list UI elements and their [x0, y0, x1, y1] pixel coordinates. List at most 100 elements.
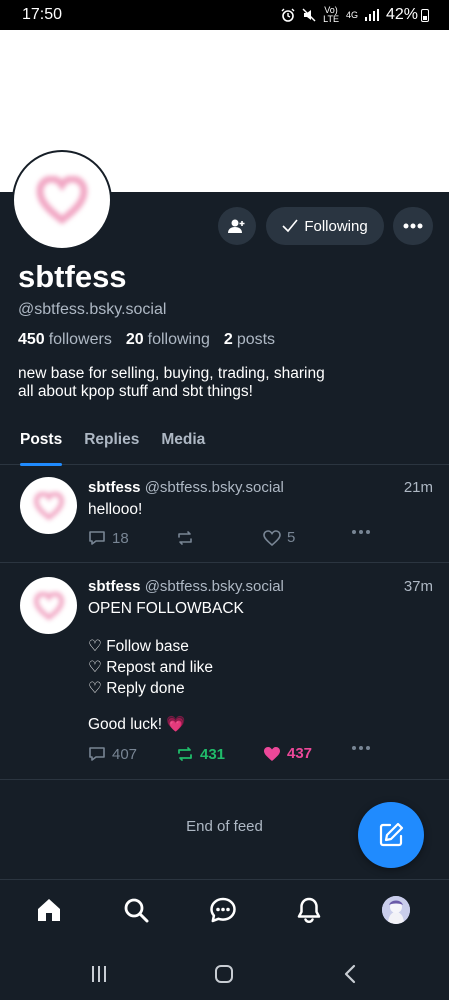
home-icon — [38, 899, 60, 921]
feed-post[interactable]: sbtfess @sbtfess.bsky.social 37m OPEN FO… — [0, 564, 449, 780]
repost-icon — [178, 747, 192, 761]
heart-avatar-image — [36, 176, 88, 224]
repost-count: 431 — [200, 745, 226, 763]
post-text: hellooo! — [88, 499, 142, 520]
battery-icon — [421, 8, 429, 22]
system-navigation — [0, 942, 449, 1000]
post-line: ♡ Repost and like — [88, 659, 214, 676]
signal-icon — [364, 9, 379, 21]
post-time: 37m — [403, 578, 433, 595]
profile-tabs: Posts Replies Media — [0, 422, 449, 466]
post-author-name[interactable]: sbtfess — [88, 479, 141, 496]
reply-button[interactable]: 407 — [88, 745, 137, 763]
post-more-button[interactable] — [351, 745, 371, 751]
post-line: OPEN FOLLOWBACK — [88, 600, 244, 617]
ellipsis-icon — [352, 746, 370, 750]
status-bar: 17:50 Vo) LTE 4G 42% — [0, 0, 449, 30]
reply-button[interactable]: 18 — [88, 529, 129, 547]
search-icon — [124, 898, 149, 923]
profile-more-button[interactable] — [393, 207, 433, 245]
reply-icon — [89, 747, 105, 761]
post-more-button[interactable] — [351, 529, 371, 535]
post-actions: 18 5 — [88, 529, 378, 549]
avatar-image — [382, 896, 410, 924]
profile-handle: @sbtfess.bsky.social — [18, 301, 167, 318]
tab-posts[interactable]: Posts — [20, 422, 63, 466]
post-line: Good luck! 💗 — [88, 716, 186, 733]
profile-bio: new base for selling, buying, trading, s… — [18, 365, 418, 401]
system-home-button[interactable] — [212, 962, 236, 986]
compose-icon — [379, 822, 404, 847]
following-label[interactable]: following — [148, 331, 210, 349]
like-button[interactable]: 5 — [263, 529, 295, 546]
tab-media[interactable]: Media — [161, 422, 205, 465]
status-time: 17:50 — [22, 6, 63, 23]
post-author-handle[interactable]: @sbtfess.bsky.social — [145, 479, 284, 496]
bio-line: new base for selling, buying, trading, s… — [18, 365, 325, 382]
following-button-label: Following — [304, 217, 368, 235]
post-line: ♡ Reply done — [88, 680, 185, 697]
post-avatar[interactable] — [20, 577, 77, 634]
posts-count: 2 — [223, 331, 233, 348]
like-button[interactable]: 437 — [263, 745, 312, 762]
reply-icon — [89, 531, 105, 545]
alarm-icon — [281, 8, 295, 22]
repost-icon — [178, 531, 192, 545]
nav-notifications[interactable] — [294, 895, 324, 925]
post-header: sbtfess @sbtfess.bsky.social — [88, 479, 284, 496]
back-button[interactable] — [338, 962, 362, 986]
repost-button[interactable]: 431 — [176, 745, 225, 763]
add-to-list-button[interactable] — [218, 207, 256, 245]
mute-icon — [302, 8, 316, 22]
bell-icon — [297, 897, 321, 924]
back-icon — [344, 964, 356, 984]
post-line: ♡ Follow base — [88, 638, 189, 655]
ellipsis-icon — [403, 223, 423, 229]
reply-count: 18 — [112, 529, 129, 547]
post-author-handle[interactable]: @sbtfess.bsky.social — [145, 578, 284, 595]
profile-avatar — [382, 896, 410, 924]
nav-chat[interactable] — [208, 895, 238, 925]
profile-avatar[interactable] — [12, 150, 112, 250]
battery-percent: 42% — [385, 6, 418, 23]
post-author-name[interactable]: sbtfess — [88, 578, 141, 595]
post-line: hellooo! — [88, 501, 143, 518]
posts-label: posts — [236, 331, 276, 348]
post-header: sbtfess @sbtfess.bsky.social — [88, 578, 284, 595]
profile-stats: 450 followers 20 following 2 posts — [18, 331, 275, 349]
home-circle-icon — [215, 965, 233, 983]
display-name: sbtfess — [18, 259, 127, 294]
following-count[interactable]: 20 — [126, 331, 144, 349]
network-indicator: 4G — [345, 9, 358, 20]
followers-label[interactable]: followers — [49, 331, 112, 349]
recents-icon — [92, 966, 106, 982]
ellipsis-icon — [352, 530, 370, 534]
repost-button[interactable] — [176, 529, 194, 547]
battery: 42% — [386, 6, 429, 24]
post-avatar[interactable] — [20, 477, 77, 534]
bio-line: all about kpop stuff and sbt things! — [18, 383, 253, 400]
chat-icon — [210, 897, 236, 923]
bottom-navigation — [0, 879, 449, 942]
nav-search[interactable] — [121, 895, 151, 925]
status-icons: Vo) LTE 4G 42% — [281, 6, 429, 24]
heart-avatar-image — [33, 491, 64, 520]
check-icon — [282, 219, 298, 233]
tab-replies[interactable]: Replies — [84, 422, 139, 465]
nav-home[interactable] — [34, 895, 64, 925]
heart-avatar-image — [33, 591, 64, 620]
volte-indicator: Vo) LTE — [323, 5, 339, 24]
post-text: OPEN FOLLOWBACK ♡ Follow base ♡ Repost a… — [88, 598, 244, 735]
nav-profile[interactable] — [381, 895, 411, 925]
compose-button[interactable] — [358, 802, 424, 868]
like-count: 437 — [287, 745, 313, 762]
post-actions: 407 431 437 — [88, 745, 378, 765]
following-button[interactable]: Following — [266, 207, 384, 245]
feed-post[interactable]: sbtfess @sbtfess.bsky.social 21m hellooo… — [0, 466, 449, 563]
post-time: 21m — [403, 479, 433, 496]
like-count: 5 — [287, 529, 296, 546]
person-add-icon — [228, 219, 245, 233]
recents-button[interactable] — [87, 962, 111, 986]
followers-count[interactable]: 450 — [18, 331, 45, 349]
heart-icon — [263, 529, 281, 546]
